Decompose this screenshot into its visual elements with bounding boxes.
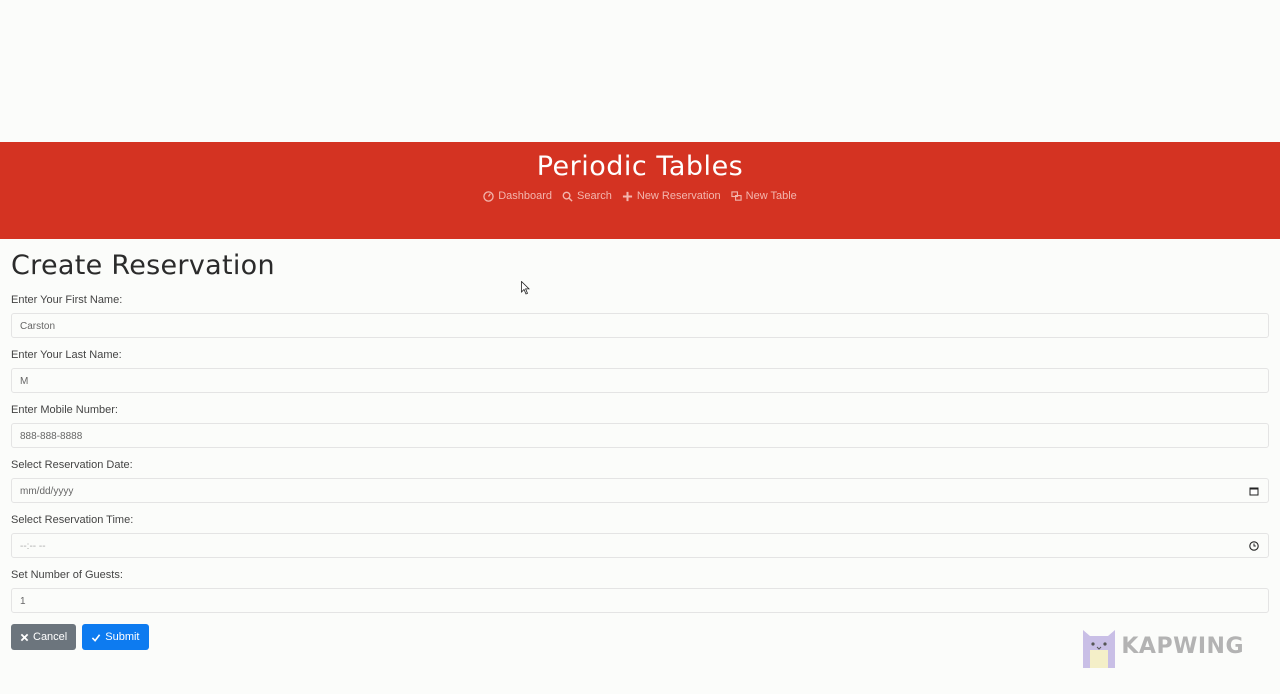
last-name-group: Enter Your Last Name: <box>11 348 1269 394</box>
nav-search-label: Search <box>577 190 612 202</box>
top-blank-area <box>0 0 1280 142</box>
dashboard-icon <box>483 190 494 202</box>
last-name-label: Enter Your Last Name: <box>11 349 122 361</box>
first-name-group: Enter Your First Name: <box>11 293 1269 339</box>
first-name-field[interactable] <box>11 313 1269 339</box>
cancel-button[interactable]: Cancel <box>11 624 77 650</box>
nav-new-table[interactable]: New Table <box>731 190 797 202</box>
date-group: Select Reservation Date: mm/dd/yyyy <box>11 458 1269 503</box>
first-name-input[interactable] <box>20 314 1136 339</box>
app-title: Periodic Tables <box>536 151 744 182</box>
date-placeholder: mm/dd/yyyy <box>20 486 74 497</box>
nav-new-table-label: New Table <box>745 190 797 202</box>
x-icon <box>20 633 29 641</box>
mobile-input[interactable] <box>20 424 1136 449</box>
watermark-text: KAPWING <box>1121 633 1244 659</box>
check-icon <box>92 633 101 642</box>
time-placeholder: --:-- -- <box>20 541 46 552</box>
calendar-icon[interactable] <box>1249 486 1259 496</box>
mobile-field[interactable] <box>11 423 1269 449</box>
nav-new-reservation[interactable]: New Reservation <box>622 190 721 202</box>
main-content: Create Reservation Enter Your First Name… <box>0 239 1280 650</box>
guests-input[interactable] <box>20 589 1136 614</box>
mobile-group: Enter Mobile Number: <box>11 403 1269 449</box>
last-name-field[interactable] <box>11 368 1269 394</box>
search-icon <box>562 191 573 202</box>
guests-group: Set Number of Guests: <box>11 568 1269 614</box>
nav-dashboard-label: Dashboard <box>498 190 553 202</box>
mouse-cursor-icon <box>521 281 530 295</box>
header-banner: Periodic Tables Dashboard Search New Res… <box>0 142 1280 239</box>
time-group: Select Reservation Time: --:-- -- <box>11 513 1269 558</box>
mobile-label: Enter Mobile Number: <box>11 404 118 416</box>
nav-new-reservation-label: New Reservation <box>636 190 721 202</box>
page-title: Create Reservation <box>11 250 275 281</box>
date-field[interactable]: mm/dd/yyyy <box>11 478 1269 503</box>
main-nav: Dashboard Search New Reservation New Tab… <box>0 190 1280 202</box>
clock-icon[interactable] <box>1249 541 1259 551</box>
nav-search[interactable]: Search <box>562 190 612 202</box>
kapwing-watermark: KAPWING <box>1081 624 1244 668</box>
cancel-label: Cancel <box>33 631 68 643</box>
time-label: Select Reservation Time: <box>11 514 134 526</box>
table-icon <box>731 190 742 201</box>
form-buttons: Cancel Submit <box>11 624 1269 650</box>
kapwing-cat-logo <box>1083 630 1116 668</box>
nav-dashboard[interactable]: Dashboard <box>483 190 552 202</box>
date-label: Select Reservation Date: <box>11 459 133 471</box>
time-field[interactable]: --:-- -- <box>11 533 1269 558</box>
plus-icon <box>622 191 632 201</box>
last-name-input[interactable] <box>20 369 1136 394</box>
submit-button[interactable]: Submit <box>82 624 149 650</box>
submit-label: Submit <box>105 631 140 643</box>
first-name-label: Enter Your First Name: <box>11 294 123 306</box>
guests-field[interactable] <box>11 588 1269 614</box>
guests-label: Set Number of Guests: <box>11 569 123 581</box>
